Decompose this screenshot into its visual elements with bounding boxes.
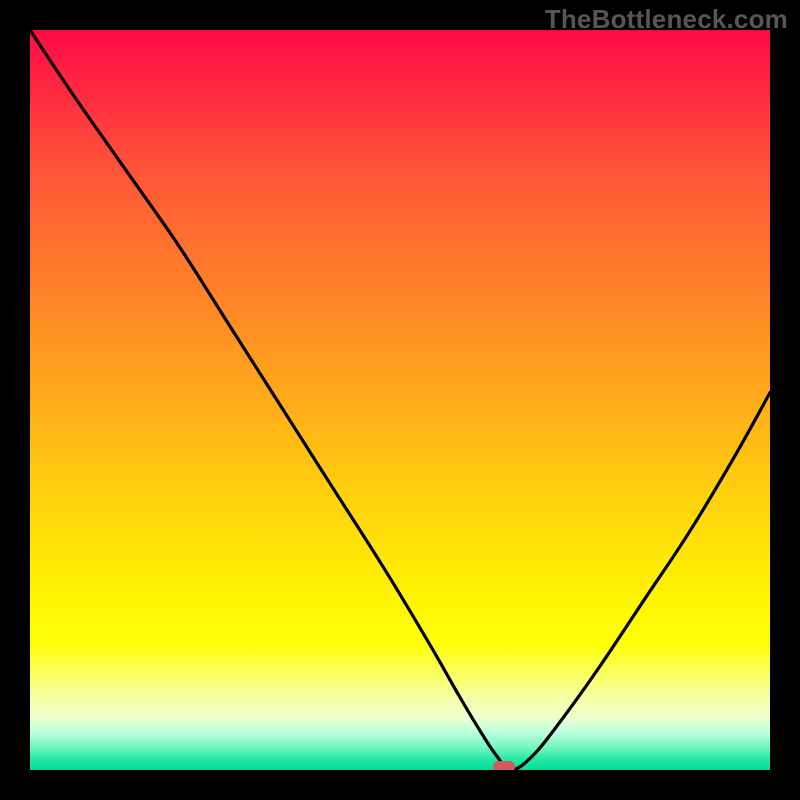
minimum-marker xyxy=(493,761,515,770)
curve-path xyxy=(30,30,770,770)
watermark-text: TheBottleneck.com xyxy=(545,4,788,35)
bottleneck-curve xyxy=(30,30,770,770)
plot-area xyxy=(30,30,770,770)
chart-frame: TheBottleneck.com xyxy=(0,0,800,800)
